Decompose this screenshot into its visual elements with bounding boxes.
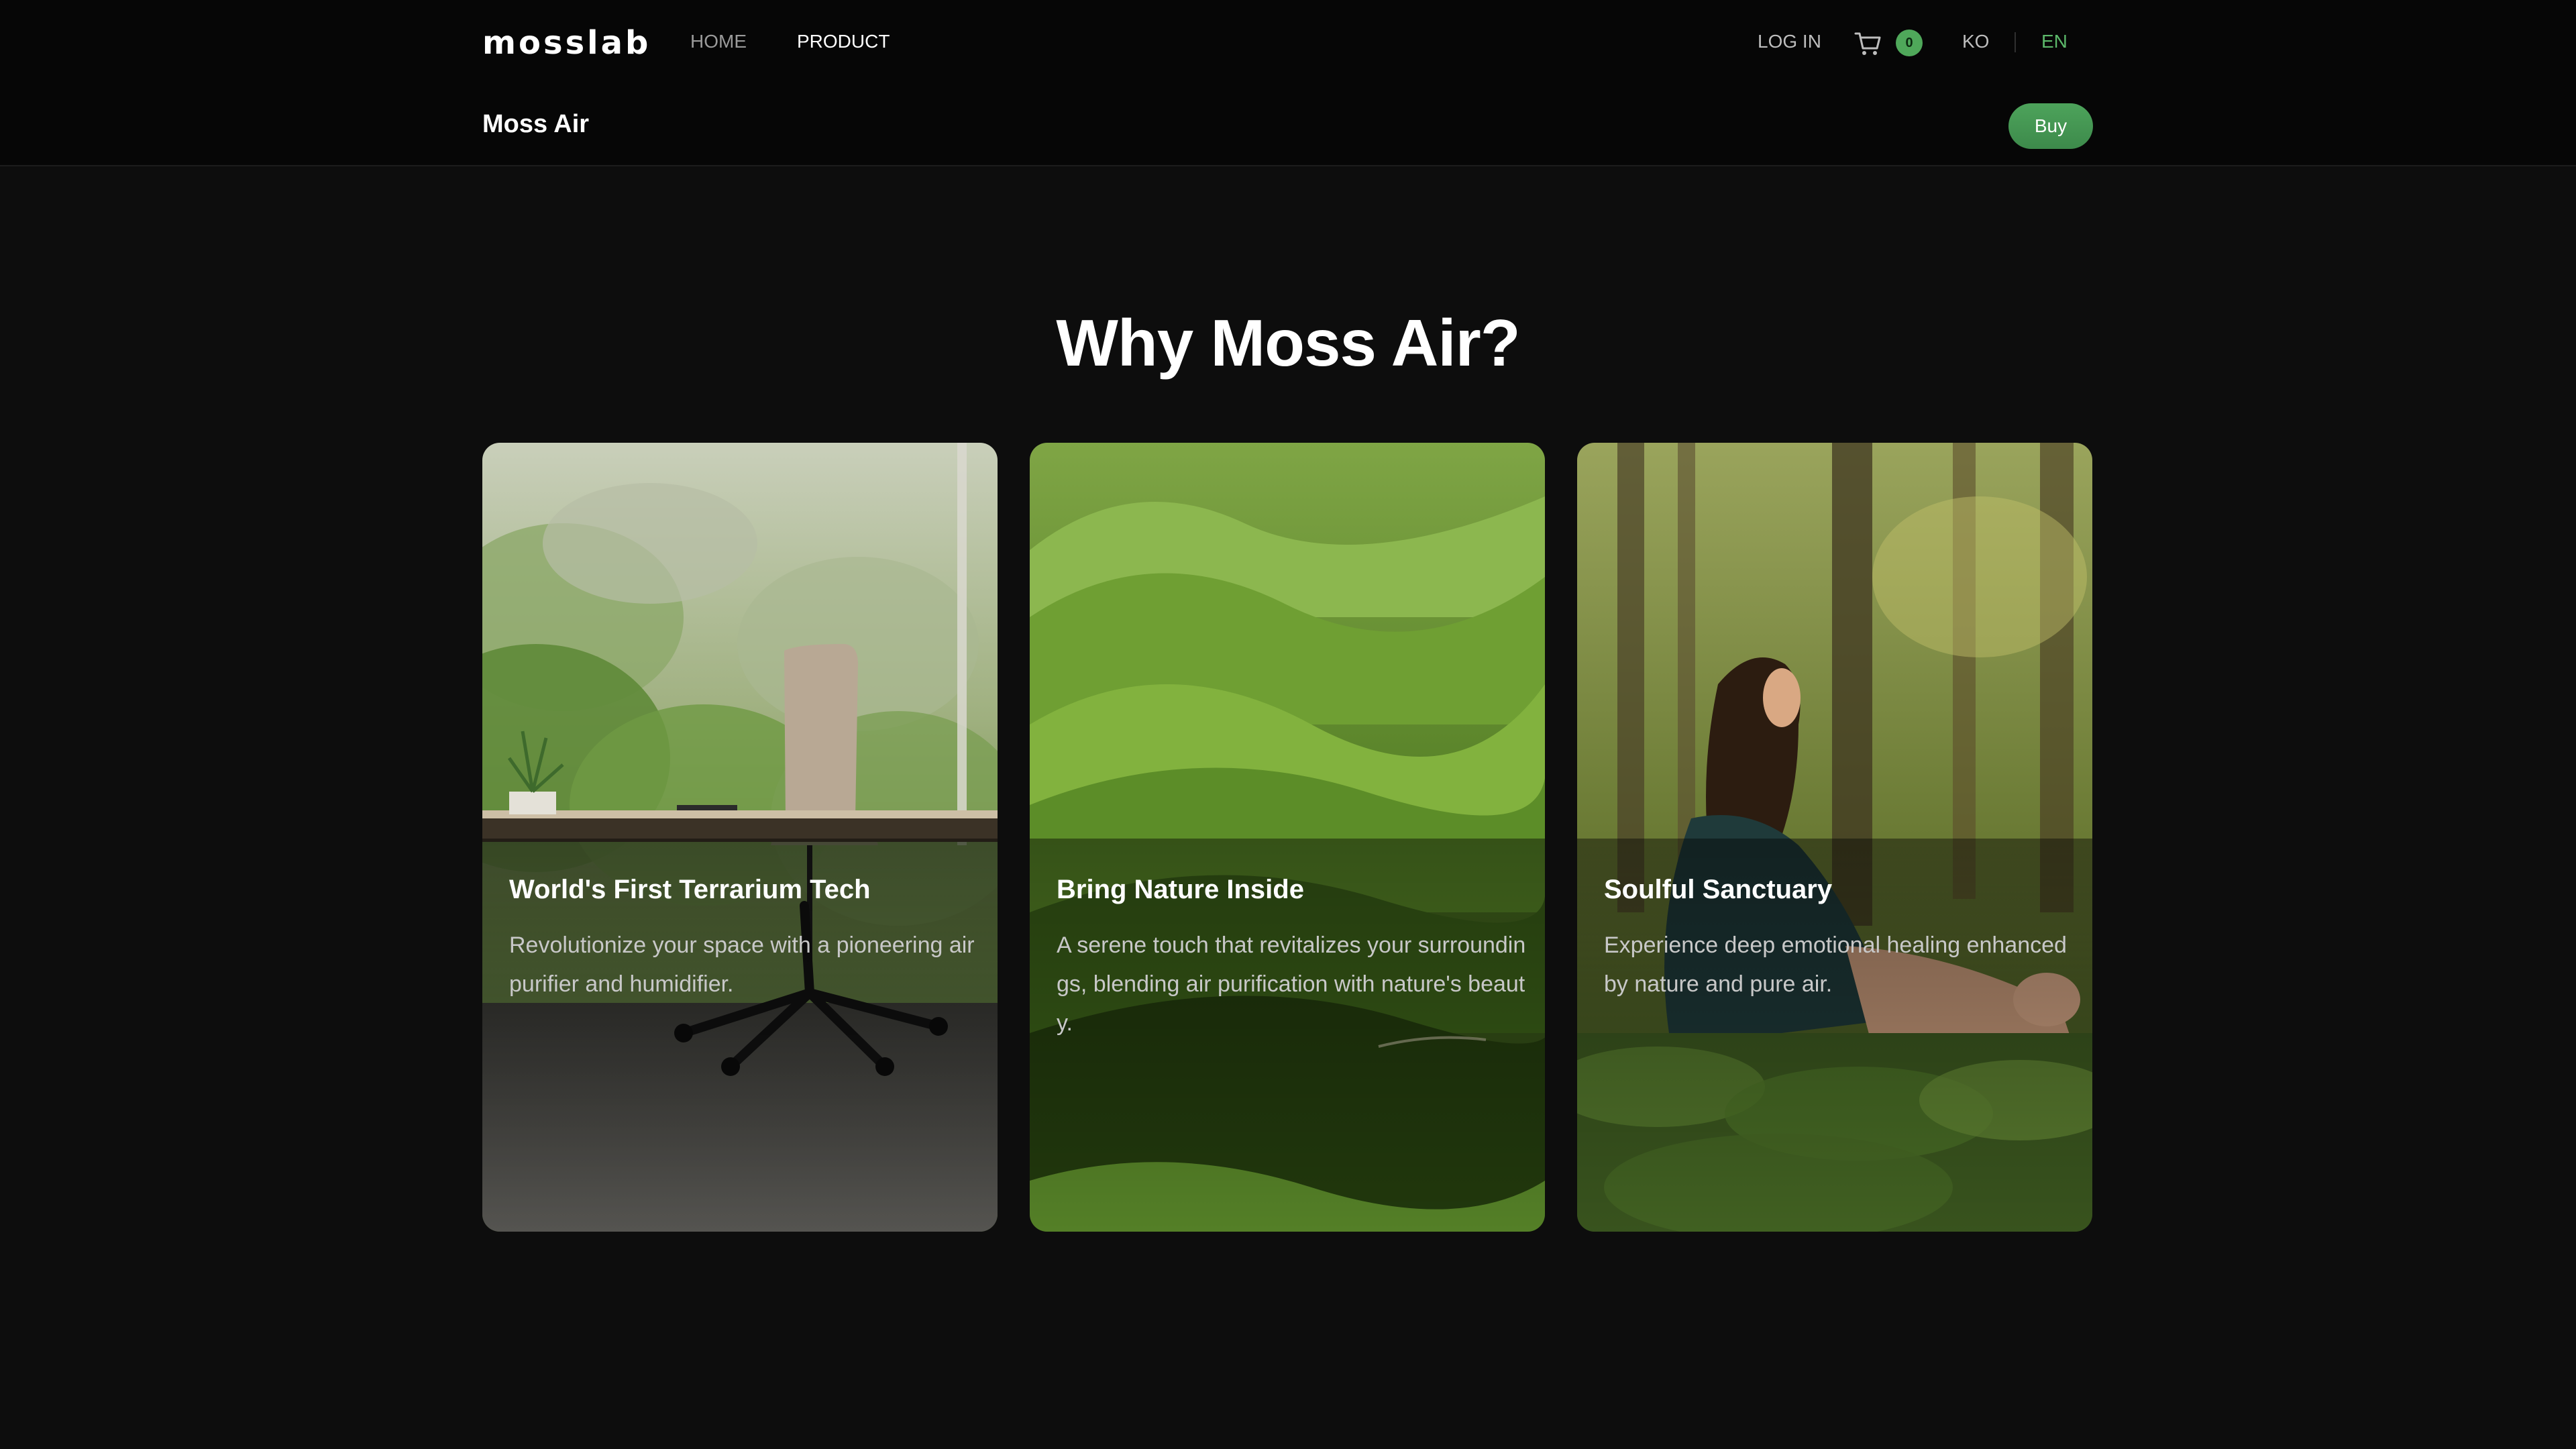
- card-description: Revolutionize your space with a pioneeri…: [509, 932, 975, 997]
- feature-card-terrarium-tech: World's First Terrarium Tech Revolutioni…: [482, 443, 998, 1232]
- card-title: Soulful Sanctuary: [1604, 875, 1833, 904]
- cart-count-badge[interactable]: 0: [1896, 30, 1923, 56]
- language-ko-link[interactable]: KO: [1962, 31, 1989, 52]
- product-subheader: Moss Air Buy: [0, 86, 2576, 166]
- card-description: Experience deep emotional healing enhanc…: [1604, 932, 2067, 997]
- mosslab-logo[interactable]: mosslab: [482, 24, 651, 62]
- feature-card-soulful-sanctuary: Soulful Sanctuary Experience deep emotio…: [1577, 443, 2092, 1232]
- buy-button[interactable]: Buy: [2008, 103, 2093, 149]
- product-name: Moss Air: [482, 110, 590, 138]
- top-navigation-bar: mosslab HOME PRODUCT LOG IN 0 KO EN: [0, 0, 2576, 86]
- language-divider: [2015, 32, 2016, 52]
- login-link[interactable]: LOG IN: [1758, 31, 1821, 52]
- feature-card-bring-nature-inside: Bring Nature Inside A serene touch that …: [1030, 443, 1545, 1232]
- section-title: Why Moss Air?: [1056, 306, 1520, 380]
- cart-icon[interactable]: [1853, 28, 1882, 58]
- nav-home-link[interactable]: HOME: [690, 31, 747, 52]
- language-en-link[interactable]: EN: [2041, 31, 2068, 52]
- nav-product-link[interactable]: PRODUCT: [797, 31, 890, 52]
- card-description: A serene touch that revitalizes your sur…: [1057, 932, 1526, 1036]
- card-title: World's First Terrarium Tech: [509, 875, 871, 904]
- card-title: Bring Nature Inside: [1057, 875, 1304, 904]
